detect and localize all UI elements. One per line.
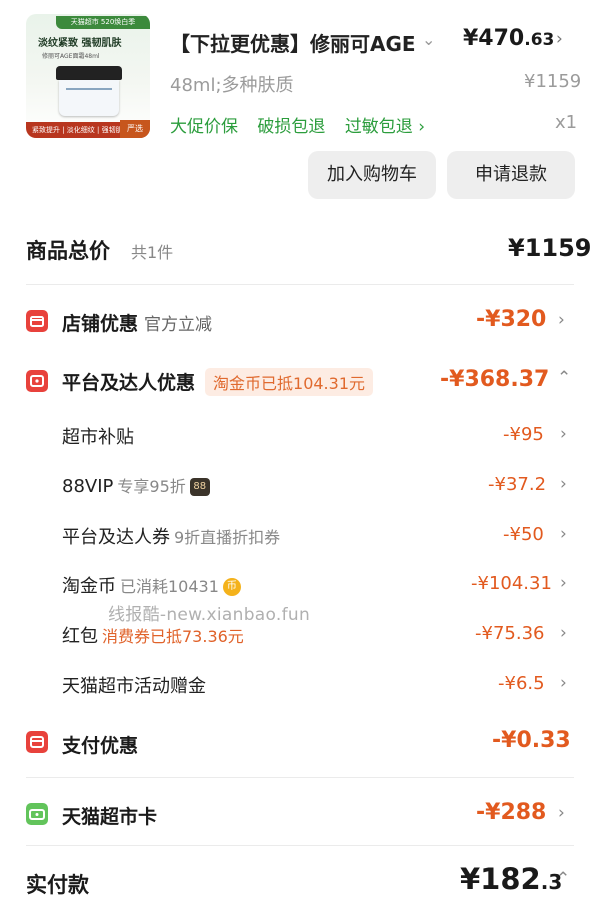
- detail-amount: -¥104.31: [471, 573, 552, 594]
- total-price-label: 商品总价: [26, 239, 110, 263]
- tmall-card-icon: [26, 803, 48, 825]
- tmall-card-amount: -¥288: [476, 800, 547, 825]
- product-title[interactable]: 【下拉更优惠】修丽可AGE: [170, 28, 415, 57]
- thumb-sub: 修丽可AGE面霜48ml: [42, 53, 100, 60]
- store-discount-label: 店铺优惠 官方立减: [62, 313, 213, 335]
- divider: [26, 284, 574, 285]
- detail-amount: -¥95: [503, 424, 544, 445]
- original-price: ¥1159: [524, 71, 582, 92]
- detail-amount: -¥75.36: [475, 623, 545, 644]
- payment-discount-amount: -¥0.33: [492, 728, 571, 753]
- item-count: 共1件: [131, 243, 174, 262]
- detail-tmall-bonus: 天猫超市活动赠金: [62, 676, 206, 697]
- chevron-right-icon[interactable]: ›: [560, 573, 567, 593]
- coin-icon: 币: [222, 578, 241, 596]
- payment-card-icon: [26, 731, 48, 753]
- request-refund-button[interactable]: 申请退款: [447, 151, 575, 199]
- chevron-up-icon[interactable]: ⌃: [557, 368, 571, 388]
- service-guarantees[interactable]: 大促价保 破损包退 过敏包退 ›: [170, 112, 439, 137]
- detail-amount: -¥50: [503, 524, 544, 545]
- detail-taojinbi: 淘金币 已消耗10431 币: [62, 572, 241, 598]
- payment-discount-label: 支付优惠: [62, 735, 139, 757]
- product-spec: 48ml;多种肤质: [170, 75, 294, 96]
- detail-amount: -¥6.5: [498, 673, 545, 694]
- divider: [26, 777, 574, 778]
- store-icon: [26, 310, 48, 332]
- chevron-right-icon[interactable]: ›: [558, 310, 565, 330]
- chevron-right-icon[interactable]: ›: [560, 524, 567, 544]
- paid-amount: ¥182.3: [460, 862, 563, 896]
- detail-88vip: 88VIP 专享95折 88: [62, 473, 210, 497]
- unit-price: ¥470.63: [463, 26, 555, 51]
- chevron-right-icon[interactable]: ›: [560, 673, 567, 693]
- platform-coupon-icon: [26, 370, 48, 392]
- detail-platform-coupon: 平台及达人券 9折直播折扣券: [62, 527, 281, 548]
- detail-red-packet: 红包 消费券已抵73.36元: [62, 626, 244, 647]
- thumb-headline: 淡纹紧致 强韧肌肤: [38, 38, 122, 49]
- cream-jar-image: [56, 66, 122, 118]
- chevron-up-icon[interactable]: ⌃: [556, 869, 570, 889]
- service-allergy-return: 过敏包退 ›: [344, 117, 426, 137]
- vip-88-badge: 88: [189, 478, 210, 496]
- chevron-right-icon[interactable]: ›: [556, 29, 563, 49]
- chevron-right-icon[interactable]: ›: [558, 803, 565, 823]
- chevron-right-icon[interactable]: ›: [560, 424, 567, 444]
- tmall-card-label: 天猫超市卡: [62, 806, 158, 828]
- service-damage-return: 破损包退: [257, 117, 326, 137]
- thumb-tag: 天猫超市 520焕白季: [56, 16, 150, 29]
- chevron-down-icon[interactable]: ⌄: [422, 30, 435, 49]
- paid-label: 实付款: [26, 873, 89, 897]
- divider: [26, 845, 574, 846]
- platform-discount-label: 平台及达人优惠 淘金币已抵104.31元: [62, 368, 374, 396]
- chevron-right-icon[interactable]: ›: [560, 474, 567, 494]
- product-image[interactable]: 天猫超市 520焕白季 淡纹紧致 强韧肌肤 修丽可AGE面霜48ml 紧致提升 …: [26, 14, 150, 138]
- service-price-protect: 大促价保: [170, 117, 238, 137]
- add-to-cart-button[interactable]: 加入购物车: [308, 151, 436, 199]
- total-price-amount: ¥1159: [508, 234, 592, 262]
- platform-discount-amount: -¥368.37: [440, 367, 550, 392]
- store-discount-amount: -¥320: [476, 307, 547, 332]
- thumb-badge: 严选: [120, 120, 150, 138]
- detail-amount: -¥37.2: [488, 474, 547, 495]
- coin-deduct-pill: 淘金币已抵104.31元: [205, 368, 374, 396]
- chevron-right-icon[interactable]: ›: [560, 623, 567, 643]
- quantity: x1: [555, 112, 578, 133]
- detail-supermarket-subsidy: 超市补贴: [62, 427, 134, 448]
